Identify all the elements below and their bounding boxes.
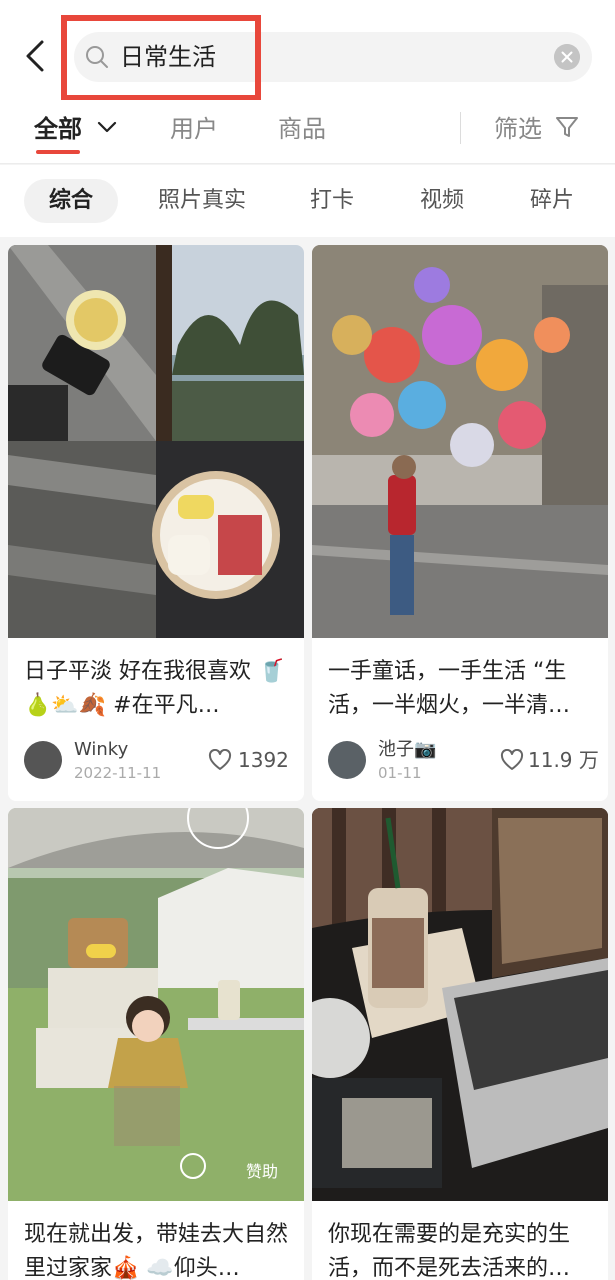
note-caption: 一手童话，一手生活 “生活，一半烟火，一半清… xyxy=(328,659,571,718)
search-bar[interactable]: 日常生活 xyxy=(74,32,592,82)
like-count: 1392 xyxy=(238,748,289,772)
tab-users[interactable]: 用户 xyxy=(170,112,218,146)
heart-icon[interactable] xyxy=(500,749,524,771)
chevron-left-icon[interactable] xyxy=(18,36,54,76)
filter-chips: 综合 照片真实 打卡 视频 碎片 xyxy=(0,165,615,237)
like-count: 11.9 万 xyxy=(528,748,599,772)
search-icon xyxy=(86,46,108,68)
note-image xyxy=(8,808,304,1201)
note-image xyxy=(312,245,608,638)
note-card[interactable]: 一手童话，一手生活 “生活，一半烟火，一半清… 池子📷 01-11 11.9 万 xyxy=(312,245,608,801)
author-name[interactable]: Winky xyxy=(74,739,128,761)
tab-bar: 全部 用户 商品 筛选 xyxy=(0,100,615,164)
chevron-down-icon xyxy=(98,121,117,133)
avatar[interactable] xyxy=(24,741,62,779)
tab-all[interactable]: 全部 xyxy=(34,112,118,146)
post-date: 2022-11-11 xyxy=(74,764,162,782)
filter-button[interactable]: 筛选 xyxy=(494,112,580,146)
chip-comprehensive[interactable]: 综合 xyxy=(24,179,118,223)
tab-label: 全部 xyxy=(34,115,82,143)
tab-products[interactable]: 商品 xyxy=(278,112,326,146)
filter-label: 筛选 xyxy=(494,115,542,143)
sponsor-badge: 赞助 xyxy=(246,1162,279,1181)
post-date: 01-11 xyxy=(378,764,422,782)
top-bar: 日常生活 xyxy=(0,0,615,116)
search-input[interactable]: 日常生活 xyxy=(120,41,216,73)
tab-underline xyxy=(36,150,80,154)
chip-video[interactable]: 视频 xyxy=(410,179,474,223)
clear-icon[interactable] xyxy=(554,44,580,70)
tab-divider xyxy=(460,112,461,144)
chip-fragments[interactable]: 碎片 xyxy=(520,179,584,223)
avatar[interactable] xyxy=(328,741,366,779)
heart-icon[interactable] xyxy=(208,749,232,771)
chip-real-photos[interactable]: 照片真实 xyxy=(148,179,256,223)
note-card[interactable]: 你现在需要的是充实的生活，而不是死去活来的… xyxy=(312,808,608,1280)
note-caption: 日子平淡 好在我很喜欢 🥤🍐⛅🍂 #在平凡… xyxy=(24,659,286,718)
author-name[interactable]: 池子📷 xyxy=(378,739,436,761)
note-image xyxy=(312,808,608,1201)
note-caption: 现在就出发，带娃去大自然里过家家🎪 ☁️仰头… xyxy=(24,1222,289,1280)
chip-checkin[interactable]: 打卡 xyxy=(300,179,364,223)
note-caption: 你现在需要的是充实的生活，而不是死去活来的… xyxy=(328,1222,571,1280)
note-image xyxy=(8,245,304,638)
note-card[interactable]: 日子平淡 好在我很喜欢 🥤🍐⛅🍂 #在平凡… Winky 2022-11-11 … xyxy=(8,245,304,801)
note-card[interactable]: 赞助 现在就出发，带娃去大自然里过家家🎪 ☁️仰头… xyxy=(8,808,304,1280)
filter-icon xyxy=(555,117,578,137)
